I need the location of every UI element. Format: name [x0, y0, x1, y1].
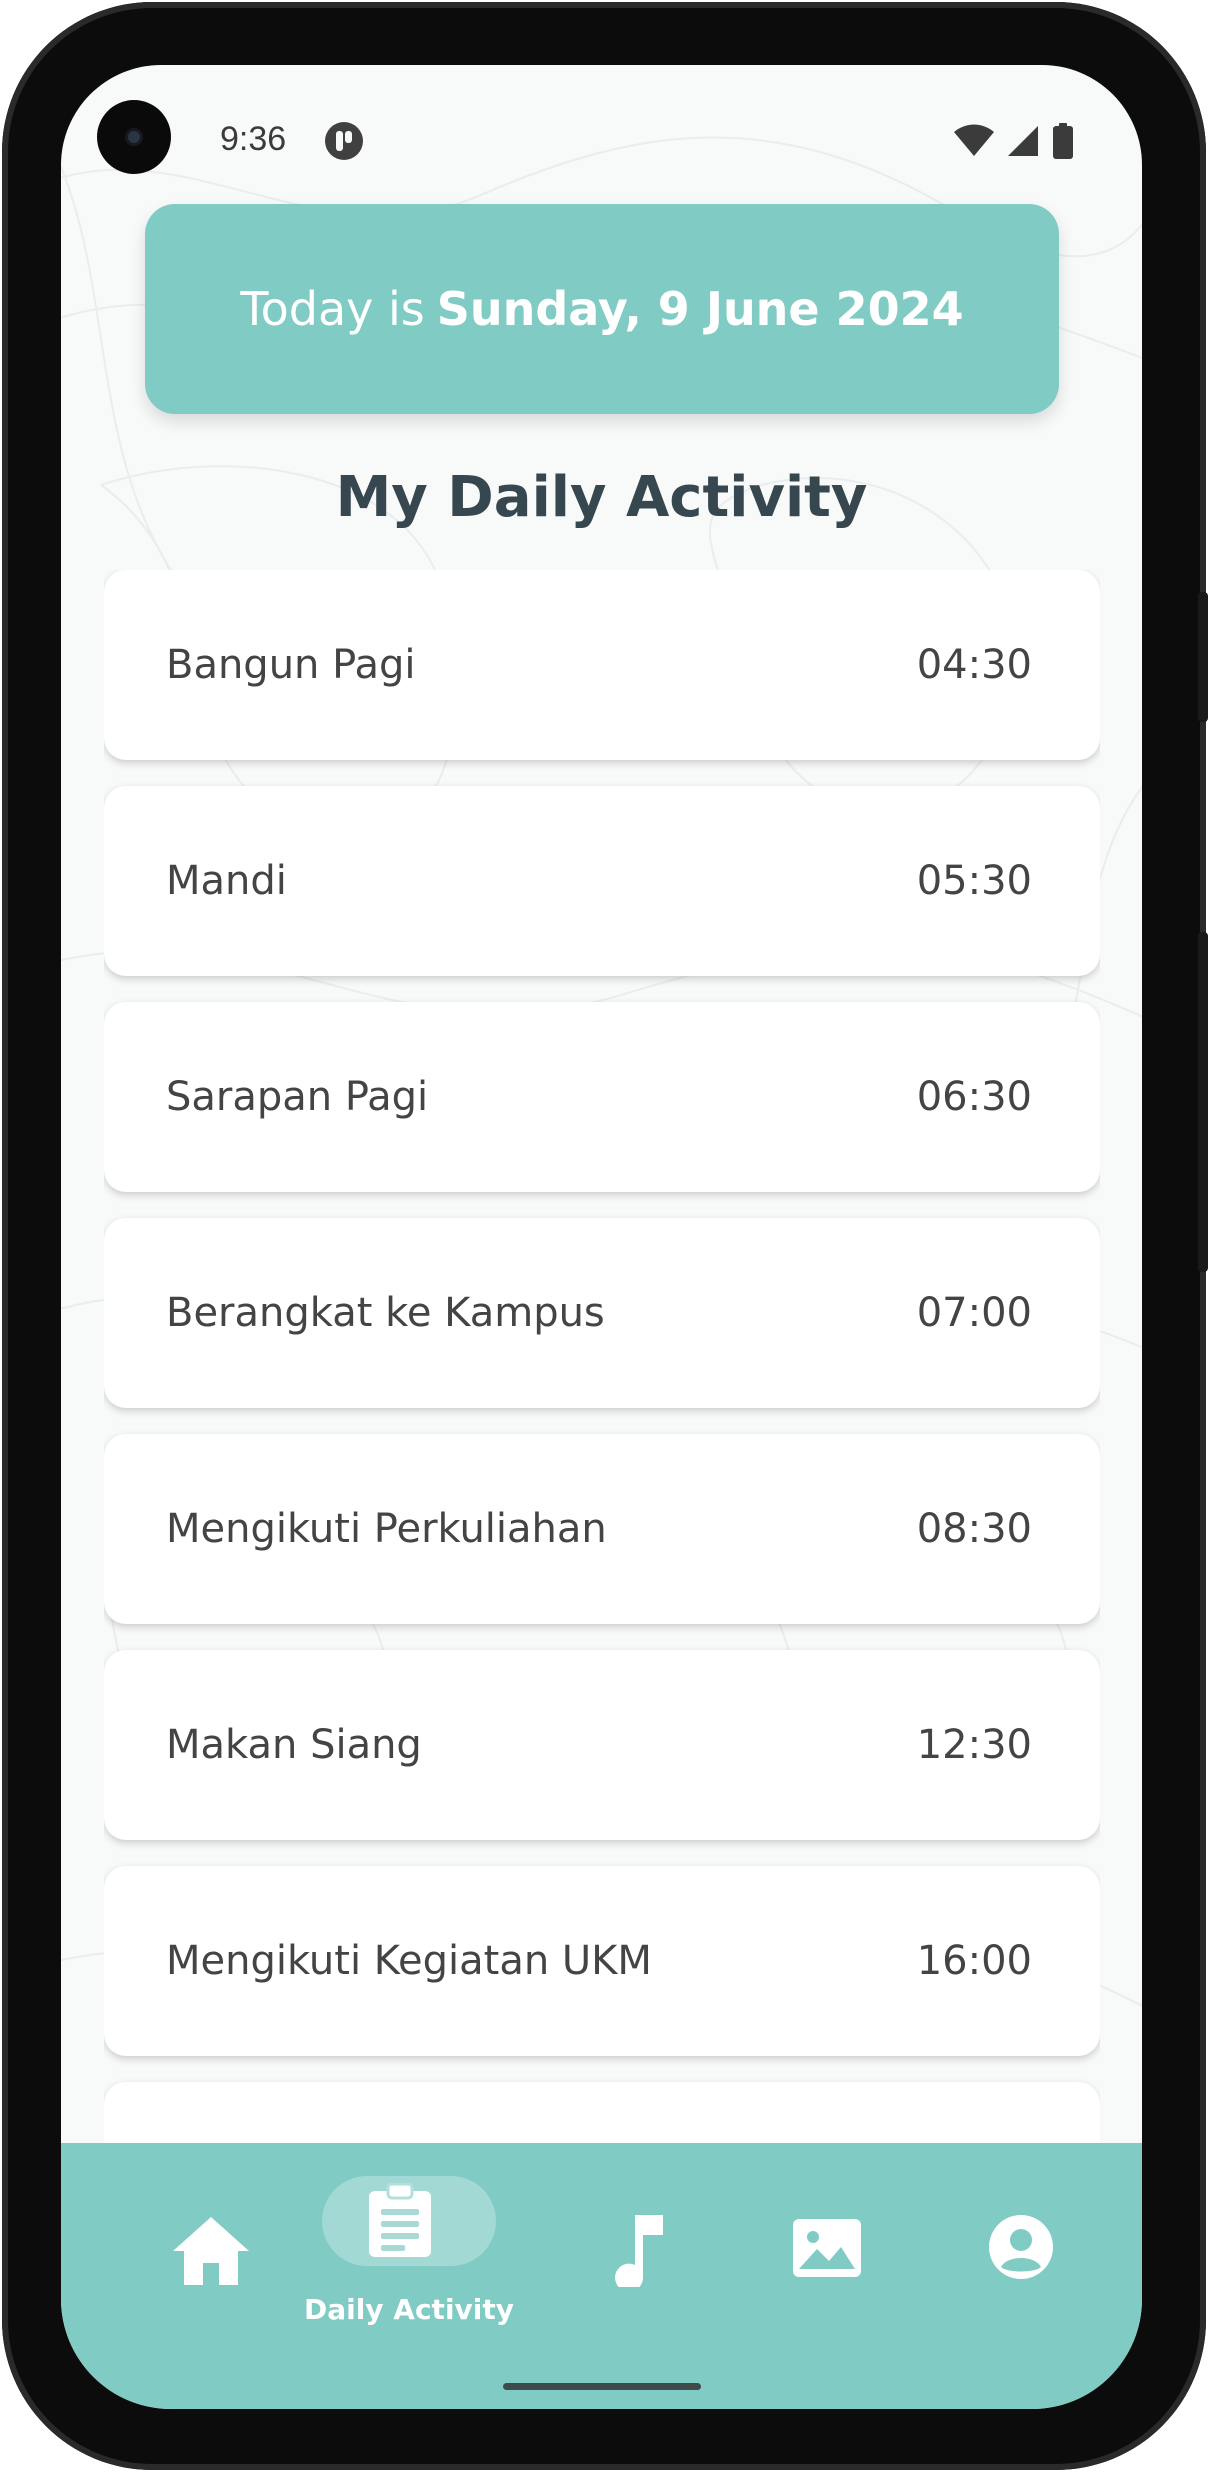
wifi-icon [954, 124, 994, 156]
notification-app-icon [325, 122, 363, 160]
status-time: 9:36 [220, 120, 287, 158]
activity-card[interactable]: Mandi 05:30 [104, 786, 1100, 976]
activity-card[interactable]: Sarapan Pagi 06:30 [104, 1002, 1100, 1192]
status-icons [954, 123, 1074, 159]
activity-card[interactable]: Makan Siang 12:30 [104, 1650, 1100, 1840]
home-indicator-bar[interactable] [503, 2383, 701, 2390]
activity-name: Makan Siang [166, 1722, 422, 1768]
page-title: My Daily Activity [335, 465, 868, 530]
nav-item-gallery[interactable] [761, 2143, 921, 2409]
activity-time: 05:30 [916, 858, 1032, 904]
current-date: Sunday, 9 June 2024 [436, 282, 964, 336]
front-camera [97, 100, 171, 174]
nav-item-profile[interactable] [951, 2143, 1111, 2409]
activity-name: Bangun Pagi [166, 642, 416, 688]
battery-icon [1053, 123, 1073, 159]
activity-card[interactable]: Bangun Pagi 04:30 [104, 570, 1100, 760]
activity-time: 07:00 [916, 1290, 1032, 1336]
activity-name: Mandi [166, 858, 287, 904]
nav-item-home[interactable] [161, 2143, 281, 2409]
activity-time: 16:00 [916, 1938, 1032, 1984]
volume-button [1198, 932, 1208, 1272]
activity-card[interactable]: Mengikuti Perkuliahan 08:30 [104, 1434, 1100, 1624]
nav-item-daily-activity[interactable] [311, 2143, 507, 2409]
activity-name: Berangkat ke Kampus [166, 1290, 605, 1336]
activity-time: 04:30 [916, 642, 1032, 688]
cellular-signal-icon [1008, 126, 1038, 156]
activity-name: Mengikuti Perkuliahan [166, 1506, 607, 1552]
activity-name: Sarapan Pagi [166, 1074, 429, 1120]
home-icon [173, 2217, 249, 2285]
activity-time: 08:30 [916, 1506, 1032, 1552]
clipboard-icon [369, 2183, 431, 2257]
phone-frame: 9:36 Today is Sunday, 9 June 2024 My Dai… [2, 2, 1208, 2470]
nav-label-daily-activity: Daily Activity [303, 2293, 515, 2326]
activity-list[interactable]: Bangun Pagi 04:30 Mandi 05:30 Sarapan Pa… [104, 570, 1100, 2210]
bottom-navigation: Daily Activity [61, 2143, 1142, 2409]
app-screen: 9:36 Today is Sunday, 9 June 2024 My Dai… [61, 65, 1142, 2409]
activity-card[interactable]: Berangkat ke Kampus 07:00 [104, 1218, 1100, 1408]
activity-time: 06:30 [916, 1074, 1032, 1120]
power-button [1198, 592, 1208, 722]
account-circle-icon [989, 2215, 1053, 2279]
activity-time: 12:30 [916, 1722, 1032, 1768]
activity-name: Mengikuti Kegiatan UKM [166, 1938, 652, 1984]
date-prefix: Today is [240, 282, 425, 336]
music-note-icon [615, 2215, 663, 2287]
nav-item-music[interactable] [581, 2143, 701, 2409]
image-icon [793, 2219, 861, 2277]
activity-card[interactable]: Mengikuti Kegiatan UKM 16:00 [104, 1866, 1100, 2056]
date-banner: Today is Sunday, 9 June 2024 [145, 204, 1059, 414]
